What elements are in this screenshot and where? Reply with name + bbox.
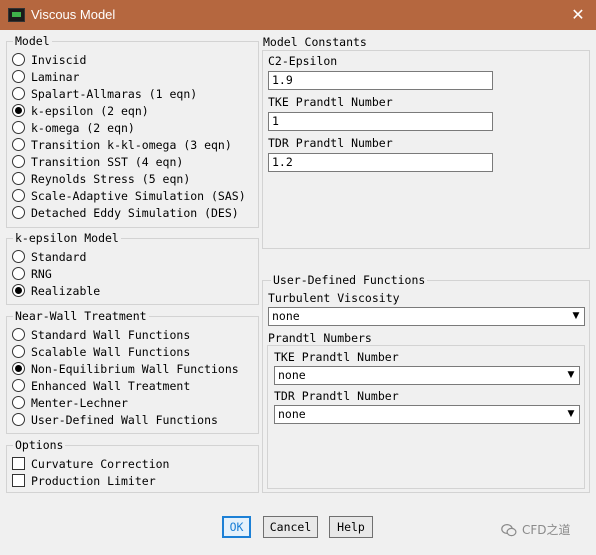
- model-group-title: Model: [13, 34, 52, 48]
- radio-button[interactable]: [12, 155, 25, 168]
- cancel-button[interactable]: Cancel: [263, 516, 318, 538]
- model-option-label: Detached Eddy Simulation (DES): [31, 206, 239, 220]
- tke-prandtl-input[interactable]: 1: [268, 112, 493, 131]
- prandtl-numbers-panel: TKE Prandtl Number none ▼ TDR Prandtl Nu…: [267, 345, 585, 489]
- model-option-label: Spalart-Allmaras (1 eqn): [31, 87, 198, 101]
- near-wall-option-label: Enhanced Wall Treatment: [31, 379, 191, 393]
- kepsilon-model-group: k-epsilon Model Standard RNG Realizable: [6, 231, 259, 305]
- app-icon: [8, 8, 25, 22]
- radio-button[interactable]: [12, 87, 25, 100]
- near-wall-treatment-title: Near-Wall Treatment: [13, 309, 149, 323]
- radio-button[interactable]: [12, 172, 25, 185]
- radio-button[interactable]: [12, 250, 25, 263]
- watermark-text: CFD之道: [522, 523, 571, 537]
- model-constants-panel: C2-Epsilon 1.9 TKE Prandtl Number 1 TDR …: [262, 50, 590, 249]
- radio-button[interactable]: [12, 104, 25, 117]
- user-defined-functions-title: User-Defined Functions: [271, 273, 428, 287]
- model-option-label: Transition k-kl-omega (3 eqn): [31, 138, 232, 152]
- model-option-label: Inviscid: [31, 53, 87, 67]
- near-wall-option-label: Non-Equilibrium Wall Functions: [31, 362, 239, 376]
- near-wall-option-label: Menter-Lechner: [31, 396, 128, 410]
- close-button[interactable]: ✕: [560, 0, 596, 30]
- watermark: CFD之道: [501, 519, 583, 541]
- kepsilon-model-group-title: k-epsilon Model: [13, 231, 121, 245]
- model-option-label: k-epsilon (2 eqn): [31, 104, 149, 118]
- radio-button[interactable]: [12, 138, 25, 151]
- radio-button[interactable]: [12, 267, 25, 280]
- radio-button[interactable]: [12, 379, 25, 392]
- kepsilon-model-option-label: Realizable: [31, 284, 101, 298]
- udf-tke-prandtl-select[interactable]: none ▼: [274, 366, 580, 385]
- model-constants-title: Model Constants: [263, 35, 367, 49]
- title-bar: Viscous Model ✕: [0, 0, 596, 30]
- near-wall-option-label: Scalable Wall Functions: [31, 345, 191, 359]
- radio-button[interactable]: [12, 121, 25, 134]
- tke-prandtl-label: TKE Prandtl Number: [268, 95, 393, 109]
- radio-button[interactable]: [12, 328, 25, 341]
- near-wall-option-label: Standard Wall Functions: [31, 328, 191, 342]
- near-wall-treatment-group: Near-Wall Treatment Standard Wall Functi…: [6, 309, 259, 434]
- udf-tke-prandtl-label: TKE Prandtl Number: [274, 350, 399, 364]
- near-wall-option-label: User-Defined Wall Functions: [31, 413, 218, 427]
- chevron-down-icon: ▼: [567, 370, 575, 380]
- radio-button[interactable]: [12, 53, 25, 66]
- model-group: Model Inviscid Laminar Spalart-Allmaras (1…: [6, 34, 259, 228]
- model-option-label: Scale-Adaptive Simulation (SAS): [31, 189, 246, 203]
- udf-tke-prandtl-value: none: [278, 368, 306, 382]
- radio-button[interactable]: [12, 189, 25, 202]
- prandtl-numbers-title: Prandtl Numbers: [268, 331, 372, 345]
- radio-button[interactable]: [12, 413, 25, 426]
- model-option-label: Reynolds Stress (5 eqn): [31, 172, 191, 186]
- turbulent-viscosity-label: Turbulent Viscosity: [268, 291, 400, 305]
- c2-epsilon-label: C2-Epsilon: [268, 54, 338, 68]
- model-option-label: k-omega (2 eqn): [31, 121, 135, 135]
- chevron-down-icon: ▼: [567, 409, 575, 419]
- turbulent-viscosity-value: none: [272, 309, 300, 323]
- radio-button[interactable]: [12, 345, 25, 358]
- c2-epsilon-input[interactable]: 1.9: [268, 71, 493, 90]
- wechat-icon: [501, 523, 517, 537]
- radio-button[interactable]: [12, 284, 25, 297]
- tdr-prandtl-label: TDR Prandtl Number: [268, 136, 393, 150]
- options-option-label: Production Limiter: [31, 474, 156, 488]
- window-title: Viscous Model: [31, 7, 116, 22]
- turbulent-viscosity-select[interactable]: none ▼: [268, 307, 585, 326]
- radio-button[interactable]: [12, 362, 25, 375]
- radio-button[interactable]: [12, 206, 25, 219]
- udf-tdr-prandtl-value: none: [278, 407, 306, 421]
- kepsilon-model-option-label: RNG: [31, 267, 52, 281]
- model-option-label: Laminar: [31, 70, 80, 84]
- model-option-label: Transition SST (4 eqn): [31, 155, 184, 169]
- tdr-prandtl-input[interactable]: 1.2: [268, 153, 493, 172]
- options-group-title: Options: [13, 438, 66, 452]
- udf-tdr-prandtl-label: TDR Prandtl Number: [274, 389, 399, 403]
- options-group: Options Curvature Correction Production L…: [6, 438, 259, 493]
- viscous-model-dialog: Viscous Model ✕ Model Inviscid Laminar Spa…: [0, 0, 596, 555]
- radio-button[interactable]: [12, 70, 25, 83]
- kepsilon-model-option-label: Standard: [31, 250, 87, 264]
- checkbox[interactable]: [12, 474, 25, 487]
- udf-tdr-prandtl-select[interactable]: none ▼: [274, 405, 580, 424]
- radio-button[interactable]: [12, 396, 25, 409]
- chevron-down-icon: ▼: [572, 311, 580, 321]
- help-button[interactable]: Help: [329, 516, 373, 538]
- user-defined-functions-group: User-Defined Functions Turbulent Viscosi…: [262, 273, 590, 493]
- options-option-label: Curvature Correction: [31, 457, 170, 471]
- ok-button[interactable]: OK: [222, 516, 251, 538]
- checkbox[interactable]: [12, 457, 25, 470]
